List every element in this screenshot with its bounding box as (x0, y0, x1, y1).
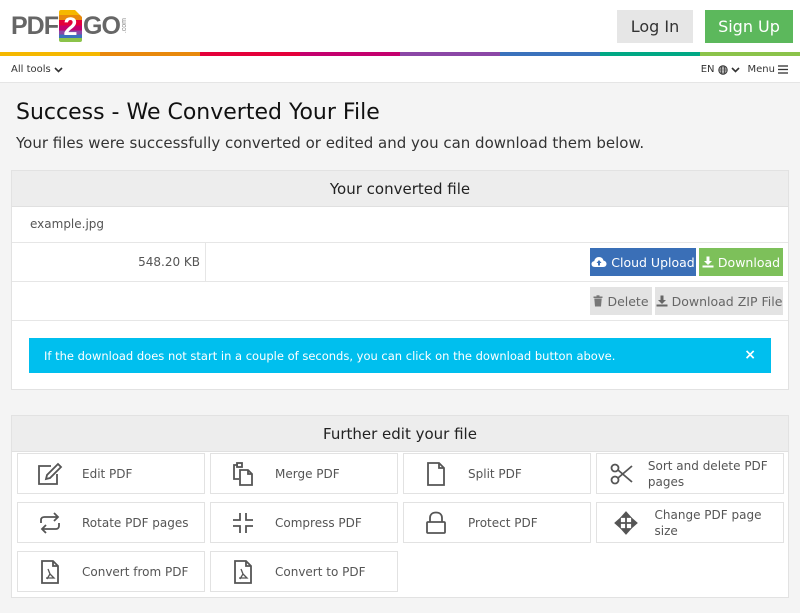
pdf2go-logo[interactable]: PDF 2 GO .com (11, 9, 128, 43)
menu-button[interactable]: Menu (748, 64, 788, 75)
file-size-row: 548.20 KB Cloud Upload Download (12, 243, 788, 282)
tool-convert-to-pdf[interactable]: Convert to PDF (210, 551, 398, 592)
language-selector[interactable]: EN (701, 64, 740, 75)
converted-file-panel: Your converted file example.jpg 548.20 K… (11, 170, 789, 390)
globe-icon (717, 64, 728, 75)
move-icon (613, 510, 638, 535)
download-button[interactable]: Download (699, 248, 783, 276)
login-button[interactable]: Log In (617, 10, 693, 43)
pdf-file-icon (41, 559, 59, 584)
download-icon (656, 295, 668, 307)
page-title: Success - We Converted Your File (16, 100, 380, 125)
tool-rotate-pages[interactable]: Rotate PDF pages (17, 502, 205, 543)
tool-edit-pdf[interactable]: Edit PDF (17, 453, 205, 494)
download-label: Download (717, 254, 781, 270)
page-subtitle: Your files were successfully converted o… (16, 134, 645, 152)
chevron-down-icon (54, 66, 63, 73)
delete-button[interactable]: Delete (590, 287, 652, 315)
tool-convert-from-pdf[interactable]: Convert from PDF (17, 551, 205, 592)
download-info-alert: If the download does not start in a coup… (29, 338, 771, 373)
delete-label: Delete (607, 293, 649, 309)
edit-icon (38, 462, 63, 485)
logo-text-left: PDF (11, 11, 59, 40)
chevron-down-icon (730, 66, 740, 73)
alert-text: If the download does not start in a coup… (44, 348, 616, 363)
all-tools-dropdown[interactable]: All tools (11, 64, 63, 75)
logo-text-right: GO (83, 11, 121, 40)
tool-compress-pdf[interactable]: Compress PDF (210, 502, 398, 543)
tool-change-page-size[interactable]: Change PDF page size (596, 502, 784, 543)
top-bar: PDF 2 GO .com Log In Sign Up (0, 0, 800, 53)
further-edit-panel: Further edit your file Edit PDF Merge PD… (11, 415, 789, 598)
sub-navigation: All tools EN Menu (0, 56, 800, 83)
menu-label: Menu (747, 64, 775, 75)
tool-label: Convert from PDF (82, 564, 189, 579)
converted-file-heading: Your converted file (12, 171, 788, 207)
logo-suffix: .com (120, 18, 128, 34)
cloud-upload-icon (591, 257, 607, 267)
logo-badge: 2 (59, 10, 82, 42)
tool-label: Edit PDF (82, 466, 133, 481)
language-label: EN (700, 64, 715, 75)
download-zip-button[interactable]: Download ZIP File (655, 287, 783, 315)
cloud-upload-button[interactable]: Cloud Upload (590, 248, 696, 276)
all-tools-label: All tools (11, 64, 51, 75)
trash-icon (593, 295, 603, 307)
tool-label: Rotate PDF pages (82, 515, 189, 530)
rotate-icon (40, 511, 60, 534)
tool-label: Convert to PDF (275, 564, 366, 579)
tool-merge-pdf[interactable]: Merge PDF (210, 453, 398, 494)
cloud-upload-label: Cloud Upload (611, 254, 695, 270)
tool-split-pdf[interactable]: Split PDF (403, 453, 591, 494)
file-name: example.jpg (12, 207, 788, 243)
file-size: 548.20 KB (12, 243, 206, 281)
tool-protect-pdf[interactable]: Protect PDF (403, 502, 591, 543)
tool-sort-delete-pages[interactable]: Sort and delete PDF pages (596, 453, 784, 494)
download-icon (702, 256, 714, 268)
tool-label: Protect PDF (468, 515, 538, 530)
close-icon[interactable]: × (744, 347, 756, 363)
tool-label: Change PDF page size (654, 507, 762, 538)
hamburger-icon (778, 65, 788, 74)
scissors-icon (611, 463, 634, 484)
tool-label: Split PDF (468, 466, 522, 481)
lock-icon (426, 511, 446, 534)
tool-label: Merge PDF (275, 466, 340, 481)
pdf-file-icon (234, 559, 252, 584)
tool-label: Sort and delete PDF pages (647, 458, 768, 489)
file-actions-row: Delete Download ZIP File (12, 282, 788, 321)
download-zip-label: Download ZIP File (671, 293, 783, 309)
signup-button[interactable]: Sign Up (705, 10, 793, 43)
file-icon (427, 461, 445, 486)
further-edit-heading: Further edit your file (12, 416, 788, 452)
tool-label: Compress PDF (275, 515, 362, 530)
merge-icon (233, 461, 253, 486)
compress-icon (233, 512, 253, 533)
